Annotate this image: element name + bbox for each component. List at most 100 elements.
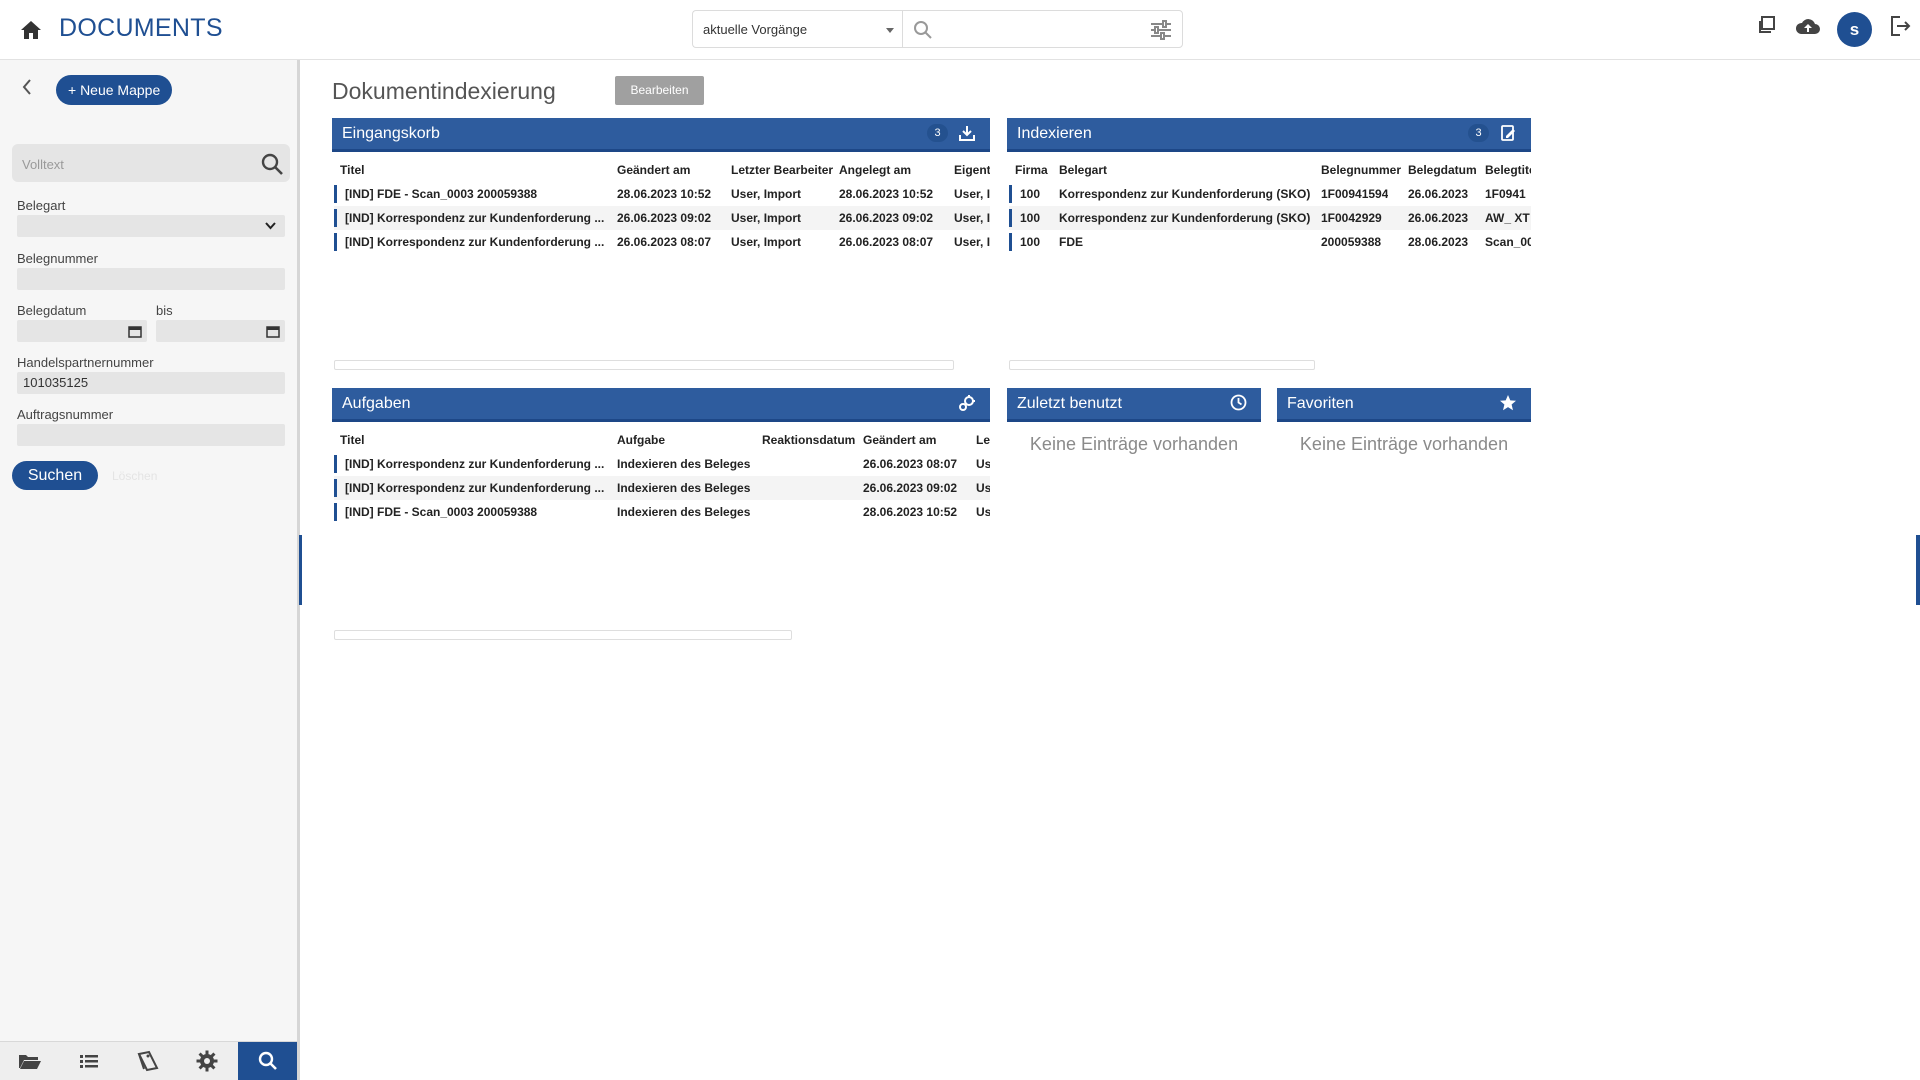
inbox-table: Titel Geändert am Letzter Bearbeiter Ang… xyxy=(332,152,990,372)
index-title: Indexieren xyxy=(1017,125,1092,142)
tags-icon[interactable] xyxy=(118,1042,177,1080)
gear-icon[interactable] xyxy=(177,1042,236,1080)
avatar[interactable]: s xyxy=(1837,12,1872,47)
sidebar-resize-handle[interactable] xyxy=(299,535,302,605)
table-row[interactable]: [IND] Korrespondenz zur Kundenforderung … xyxy=(334,476,990,500)
clock-icon[interactable] xyxy=(1230,394,1247,411)
table-cell: 26.06.2023 xyxy=(1408,211,1469,225)
column-header[interactable]: Belegtite xyxy=(1485,163,1531,177)
column-header[interactable]: Geändert am xyxy=(863,433,936,447)
search-icon[interactable] xyxy=(260,152,284,176)
column-header[interactable]: Reaktionsdatum xyxy=(762,433,855,447)
recent-panel: Zuletzt benutzt Keine Einträge vorhanden xyxy=(1007,388,1261,642)
edit-button[interactable]: Bearbeiten xyxy=(615,76,704,105)
table-row[interactable]: 100 FDE 200059388 28.06.2023 Scan_00 xyxy=(1009,230,1531,254)
row-marker xyxy=(334,479,337,497)
logout-icon[interactable] xyxy=(1889,15,1911,37)
calendar-icon[interactable] xyxy=(266,325,280,338)
table-cell: 1F00941594 xyxy=(1321,187,1389,201)
right-panel-handle[interactable] xyxy=(1916,535,1920,605)
new-folder-button[interactable]: + Neue Mappe xyxy=(56,75,173,105)
table-row[interactable]: [IND] Korrespondenz zur Kundenforderung … xyxy=(334,230,990,254)
table-cell: Korrespondenz zur Kundenforderung (SKO) xyxy=(1059,187,1311,201)
table-cell: 26.06.2023 09:02 xyxy=(863,481,958,495)
table-row[interactable]: [IND] Korrespondenz zur Kundenforderung … xyxy=(334,206,990,230)
table-row[interactable]: [IND] Korrespondenz zur Kundenforderung … xyxy=(334,452,990,476)
auftragsnummer-label: Auftragsnummer xyxy=(17,407,114,422)
recent-title: Zuletzt benutzt xyxy=(1017,395,1122,412)
horizontal-scrollbar[interactable] xyxy=(1009,360,1315,370)
home-icon[interactable] xyxy=(20,20,42,40)
cloud-upload-icon[interactable] xyxy=(1795,17,1821,35)
fulltext-input[interactable] xyxy=(20,152,244,176)
auftragsnummer-field[interactable] xyxy=(17,424,285,446)
download-tray-icon[interactable] xyxy=(958,124,976,142)
table-cell: [IND] Korrespondenz zur Kundenforderung … xyxy=(345,235,605,249)
list-icon[interactable] xyxy=(59,1042,118,1080)
favorites-list: Keine Einträge vorhanden xyxy=(1277,422,1531,642)
table-cell: 28.06.2023 10:52 xyxy=(617,187,712,201)
scope-select[interactable]: aktuelle Vorgänge xyxy=(692,10,902,48)
search-icon xyxy=(913,20,933,40)
global-search-input[interactable] xyxy=(941,17,1135,43)
table-cell: 26.06.2023 08:07 xyxy=(617,235,712,249)
table-row[interactable]: [IND] FDE - Scan_0003 200059388 Indexier… xyxy=(334,500,990,524)
search-icon[interactable] xyxy=(238,1042,297,1080)
belegdatum-from-field[interactable] xyxy=(17,320,147,342)
index-table: Firma Belegart Belegnummer Belegdatum Be… xyxy=(1007,152,1531,372)
filter-settings-icon[interactable] xyxy=(1150,20,1172,40)
chevron-down-icon xyxy=(265,222,276,230)
column-header[interactable]: Titel xyxy=(340,163,364,177)
table-cell: 100 xyxy=(1020,211,1041,225)
top-bar: DOCUMENTS aktuelle Vorgänge s xyxy=(0,0,1920,60)
table-cell: 26.06.2023 09:02 xyxy=(839,211,934,225)
column-header[interactable]: Geändert am xyxy=(617,163,690,177)
reset-link[interactable]: Löschen xyxy=(112,469,157,483)
sidebar: + Neue Mappe Belegart Belegnummer Belegd… xyxy=(0,60,300,1080)
favorites-title: Favoriten xyxy=(1287,395,1354,412)
star-icon[interactable] xyxy=(1499,394,1517,412)
horizontal-scrollbar[interactable] xyxy=(334,630,792,640)
row-marker xyxy=(1009,233,1012,251)
table-cell: [IND] FDE - Scan_0003 200059388 xyxy=(345,187,538,201)
belegnummer-field[interactable] xyxy=(17,268,285,290)
chevron-left-icon[interactable] xyxy=(20,78,34,96)
column-header[interactable]: Aufgabe xyxy=(617,433,665,447)
table-cell: 28.06.2023 10:52 xyxy=(839,187,934,201)
table-cell: User, I xyxy=(954,187,990,201)
column-header[interactable]: Belegart xyxy=(1059,163,1107,177)
column-header[interactable]: Belegnummer xyxy=(1321,163,1401,177)
column-header[interactable]: Titel xyxy=(340,433,364,447)
row-marker xyxy=(334,455,337,473)
favorites-panel-header: Favoriten xyxy=(1277,388,1531,422)
table-row[interactable]: [IND] FDE - Scan_0003 200059388 28.06.20… xyxy=(334,182,990,206)
table-row[interactable]: 100 Korrespondenz zur Kundenforderung (S… xyxy=(1009,182,1531,206)
table-cell: Indexieren des Beleges xyxy=(617,457,751,471)
calendar-icon[interactable] xyxy=(128,325,142,338)
column-header[interactable]: Angelegt am xyxy=(839,163,911,177)
handelspartner-field[interactable]: 101035125 xyxy=(17,372,285,394)
edit-document-icon[interactable] xyxy=(1499,124,1517,142)
column-header[interactable]: Firma xyxy=(1015,163,1048,177)
handelspartner-label: Handelspartnernummer xyxy=(17,355,154,370)
column-header[interactable]: Eigentü xyxy=(954,163,990,177)
table-cell: User, Import xyxy=(731,187,802,201)
table-cell: Korrespondenz zur Kundenforderung (SKO) xyxy=(1059,211,1311,225)
table-cell: 26.06.2023 xyxy=(1408,187,1469,201)
search-button[interactable]: Suchen xyxy=(12,461,98,490)
table-row[interactable]: 100 Korrespondenz zur Kundenforderung (S… xyxy=(1009,206,1531,230)
column-header[interactable]: Let xyxy=(976,433,990,447)
new-window-icon[interactable] xyxy=(1757,15,1777,35)
column-header[interactable]: Letzter Bearbeiter xyxy=(731,163,833,177)
column-header[interactable]: Belegdatum xyxy=(1408,163,1477,177)
folders-icon[interactable] xyxy=(0,1042,59,1080)
horizontal-scrollbar[interactable] xyxy=(334,360,954,370)
belegart-label: Belegart xyxy=(17,198,66,213)
belegart-select[interactable] xyxy=(17,215,285,237)
belegdatum-to-field[interactable] xyxy=(156,320,285,342)
count-badge: 3 xyxy=(927,124,948,142)
workflow-icon[interactable] xyxy=(958,394,976,412)
table-cell: Indexieren des Beleges xyxy=(617,481,751,495)
belegdatum-label: Belegdatum xyxy=(17,303,87,318)
table-cell: 100 xyxy=(1020,235,1041,249)
